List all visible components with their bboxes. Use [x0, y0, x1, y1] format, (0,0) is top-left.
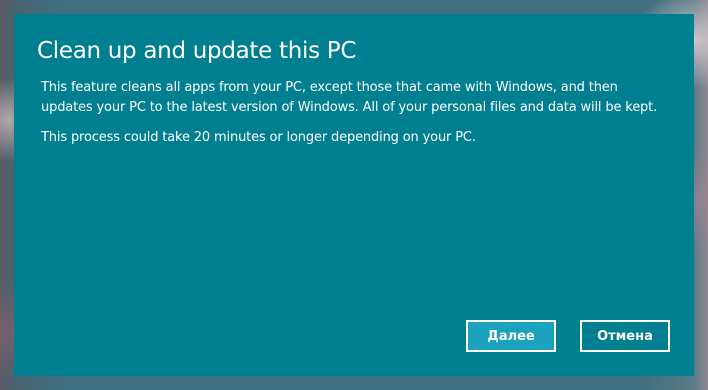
description-paragraph-1: This feature cleans all apps from your P…	[41, 80, 658, 115]
dialog-description: This feature cleans all apps from your P…	[41, 78, 667, 158]
description-paragraph-2: This process could take 20 minutes or lo…	[41, 130, 476, 145]
dialog-title: Clean up and update this PC	[37, 38, 357, 64]
clean-up-dialog: Clean up and update this PC This feature…	[14, 14, 694, 376]
next-button[interactable]: Далее	[466, 320, 556, 352]
cancel-button[interactable]: Отмена	[580, 320, 670, 352]
